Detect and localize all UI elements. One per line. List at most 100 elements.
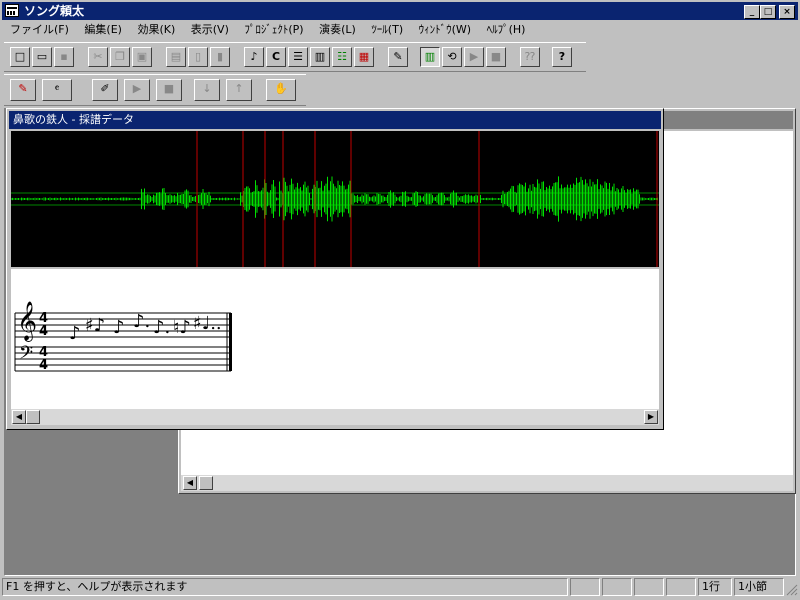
cut-button[interactable]: ✂: [88, 47, 108, 67]
menu-file[interactable]: ファイル(F): [4, 21, 75, 39]
score-note[interactable]: ♪.: [133, 313, 150, 331]
scroll-right-button[interactable]: ▶: [644, 410, 658, 424]
export-button[interactable]: ▮: [210, 47, 230, 67]
help-topic-icon: ⁇: [524, 50, 536, 63]
down-button[interactable]: ↓: [194, 79, 220, 101]
score-panel[interactable]: 𝄞 𝄢 4 4 4 4 ♪ ♯♪ ♪ ♪. ♪. ♮♪ ♯♩..: [11, 269, 659, 409]
score-note[interactable]: ♮♪: [173, 319, 191, 337]
pencil-icon: ✐: [100, 82, 110, 95]
up-button[interactable]: ↑: [226, 79, 252, 101]
app-icon: [5, 4, 19, 17]
whats-this-button[interactable]: ?: [552, 47, 572, 67]
paste-icon: ▣: [136, 50, 148, 63]
stop-icon: ■: [163, 82, 175, 95]
waveform-display: [11, 131, 659, 267]
tempo-icon: 𝄴: [54, 82, 60, 95]
menu-tools[interactable]: ﾂｰﾙ(T): [365, 21, 409, 39]
tempo-button[interactable]: 𝄴: [42, 79, 72, 101]
save-button[interactable]: ▪: [54, 47, 74, 67]
play-icon: ▶: [469, 50, 479, 63]
menu-edit[interactable]: 編集(E): [78, 21, 128, 39]
minimize-button[interactable]: _: [744, 5, 760, 19]
note-icon: ♪: [250, 50, 258, 63]
score-edit-button[interactable]: ✎: [388, 47, 408, 67]
list-icon: ☰: [293, 50, 303, 63]
status-measure: 1小節: [734, 578, 784, 596]
score-note[interactable]: ♪: [113, 319, 125, 337]
play-button[interactable]: ▶: [464, 47, 484, 67]
score-note[interactable]: ♯♩..: [193, 315, 222, 333]
open-button[interactable]: ▭: [32, 47, 52, 67]
menu-play[interactable]: 演奏(L): [313, 21, 362, 39]
paste-button[interactable]: ▣: [132, 47, 152, 67]
staff-lines: [14, 312, 232, 372]
close-icon: ×: [783, 7, 791, 17]
c-icon: C: [271, 50, 281, 63]
maximize-icon: □: [763, 7, 773, 17]
score-horizontal-scrollbar[interactable]: ◀ ▶: [11, 409, 659, 425]
stop-button[interactable]: ■: [486, 47, 506, 67]
page-icon: ▯: [194, 50, 202, 63]
new-icon: □: [14, 50, 26, 63]
score-window-titlebar[interactable]: 鼻歌の鉄人 - 採譜データ: [9, 111, 661, 129]
drum-button[interactable]: ▦: [354, 47, 374, 67]
score-data-window[interactable]: 鼻歌の鉄人 - 採譜データ 𝄞 𝄢 4 4 4 4 ♪ ♯♪ ♪ ♪. ♪. ♮…: [6, 108, 664, 430]
scroll-left-button[interactable]: ◀: [12, 410, 26, 424]
marker-button[interactable]: ✎: [10, 79, 36, 101]
toolbar-main: □ ▭ ▪ ✂ ❐ ▣ ▤ ▯ ▮ ♪ C ☰ ▥ ☷ ▦ ✎ ▥ ⟲ ▶ ■ …: [4, 42, 586, 72]
piano-icon: ▥: [314, 50, 326, 63]
score-note[interactable]: ♯♪: [85, 317, 105, 335]
background-horizontal-scrollbar[interactable]: ◀: [181, 475, 793, 491]
scroll-thumb[interactable]: [26, 410, 40, 424]
save-icon: ▪: [60, 50, 68, 63]
menu-view[interactable]: 表示(V): [185, 21, 235, 39]
loop-button[interactable]: ⟲: [442, 47, 462, 67]
status-indicator-3: [634, 578, 664, 596]
scroll-left-button[interactable]: ◀: [183, 476, 197, 490]
menu-project[interactable]: ﾌﾟﾛｼﾞｪｸﾄ(P): [238, 21, 309, 39]
status-line: 1行: [698, 578, 732, 596]
app-title-bar[interactable]: ソング頼太 _ □ ×: [2, 2, 798, 20]
minimize-icon: _: [749, 7, 755, 17]
import-button[interactable]: ▤: [166, 47, 186, 67]
loop-icon: ⟲: [447, 50, 457, 63]
hand-icon: ✋: [274, 82, 288, 95]
split-view-icon: ▥: [424, 50, 436, 63]
maximize-button[interactable]: □: [760, 5, 776, 19]
note-button[interactable]: ♪: [244, 47, 264, 67]
page-button[interactable]: ▯: [188, 47, 208, 67]
up-icon: ↑: [234, 82, 244, 95]
bass-clef-icon: 𝄢: [19, 343, 34, 368]
pencil-button[interactable]: ✐: [92, 79, 118, 101]
down-icon: ↓: [202, 82, 212, 95]
c-button[interactable]: C: [266, 47, 286, 67]
new-button[interactable]: □: [10, 47, 30, 67]
menu-effects[interactable]: 効果(K): [131, 21, 181, 39]
drum-icon: ▦: [358, 50, 370, 63]
scroll-thumb[interactable]: [199, 476, 213, 490]
grid-button[interactable]: ☷: [332, 47, 352, 67]
menu-window[interactable]: ｳｨﾝﾄﾞｳ(W): [413, 21, 477, 39]
help-topic-button[interactable]: ⁇: [520, 47, 540, 67]
piano-button[interactable]: ▥: [310, 47, 330, 67]
score-note[interactable]: ♪.: [153, 319, 170, 337]
treble-clef-icon: 𝄞: [17, 301, 38, 341]
copy-button[interactable]: ❐: [110, 47, 130, 67]
cut-icon: ✂: [93, 50, 103, 63]
time-signature-treble-bottom: 4: [39, 324, 49, 339]
whats-this-icon: ?: [558, 50, 566, 63]
score-note[interactable]: ♪: [69, 325, 81, 343]
waveform-panel[interactable]: [11, 131, 659, 267]
stop-button-2[interactable]: ■: [156, 79, 182, 101]
app-title: ソング頼太: [24, 4, 85, 18]
size-grip-icon[interactable]: [786, 584, 798, 596]
score-edit-icon: ✎: [393, 50, 403, 63]
play-button-2[interactable]: ▶: [124, 79, 150, 101]
menu-help[interactable]: ﾍﾙﾌﾟ(H): [481, 21, 532, 39]
score-window-title: 鼻歌の鉄人 - 採譜データ: [13, 113, 134, 126]
split-view-button[interactable]: ▥: [420, 47, 440, 67]
list-button[interactable]: ☰: [288, 47, 308, 67]
open-icon: ▭: [36, 50, 48, 63]
close-button[interactable]: ×: [779, 5, 795, 19]
hand-button[interactable]: ✋: [266, 79, 296, 101]
